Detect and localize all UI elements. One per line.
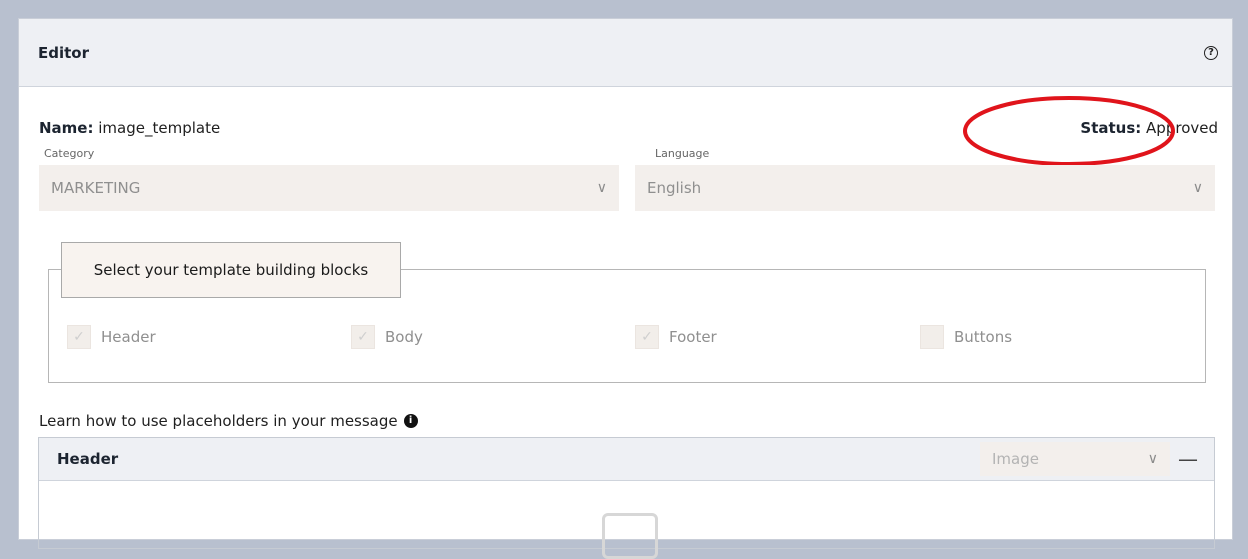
editor-header: Editor ? <box>19 19 1232 87</box>
header-type-value: Image <box>992 450 1039 468</box>
language-value: English <box>647 179 702 197</box>
checkbox-empty <box>920 325 944 349</box>
checkbox-buttons-label: Buttons <box>954 328 1013 346</box>
template-name: Name: image_template <box>39 119 220 137</box>
header-section: Header Image ∨ — <box>38 437 1215 559</box>
checkbox-header-label: Header <box>101 328 156 346</box>
checkbox-footer-label: Footer <box>669 328 717 346</box>
editor-panel: Editor ? Name: image_template Status: Ap… <box>18 18 1233 559</box>
checkbox-header[interactable]: ✓ Header <box>67 325 156 349</box>
checkbox-body-label: Body <box>385 328 423 346</box>
header-section-title: Header <box>57 450 119 468</box>
checkbox-footer[interactable]: ✓ Footer <box>635 325 717 349</box>
checkmark-icon: ✓ <box>351 325 375 349</box>
editor-title: Editor <box>38 43 89 62</box>
chevron-down-icon: ∨ <box>1192 180 1203 196</box>
header-section-controls: Image ∨ — <box>980 442 1198 476</box>
status-annotation-circle <box>963 96 1176 166</box>
chevron-down-icon: ∨ <box>1147 451 1158 467</box>
name-value: image_template <box>98 119 221 137</box>
checkbox-body[interactable]: ✓ Body <box>351 325 423 349</box>
language-select[interactable]: English ∨ <box>635 165 1215 211</box>
checkmark-icon: ✓ <box>635 325 659 349</box>
category-select[interactable]: MARKETING ∨ <box>39 165 619 211</box>
building-blocks-title: Select your template building blocks <box>61 242 401 298</box>
checkbox-buttons[interactable]: Buttons <box>920 325 1012 349</box>
category-label: Category <box>44 147 95 160</box>
language-label: Language <box>655 147 710 160</box>
header-section-bar: Header Image ∨ — <box>39 438 1214 481</box>
meta-row: Name: image_template Status: Approved <box>39 96 1218 166</box>
info-icon[interactable]: i <box>403 414 418 428</box>
placeholders-help-link[interactable]: Learn how to use placeholders in your me… <box>39 412 418 430</box>
category-value: MARKETING <box>51 179 141 197</box>
minus-icon[interactable]: — <box>1178 449 1198 469</box>
template-status: Status: Approved <box>963 96 1218 166</box>
header-type-select[interactable]: Image ∨ <box>980 442 1170 476</box>
chevron-down-icon: ∨ <box>596 180 607 196</box>
placeholders-help-text: Learn how to use placeholders in your me… <box>39 412 398 430</box>
name-label: Name: <box>39 119 94 137</box>
checkmark-icon: ✓ <box>67 325 91 349</box>
image-placeholder-icon <box>602 513 658 559</box>
help-circle-icon[interactable]: ? <box>1204 45 1218 60</box>
